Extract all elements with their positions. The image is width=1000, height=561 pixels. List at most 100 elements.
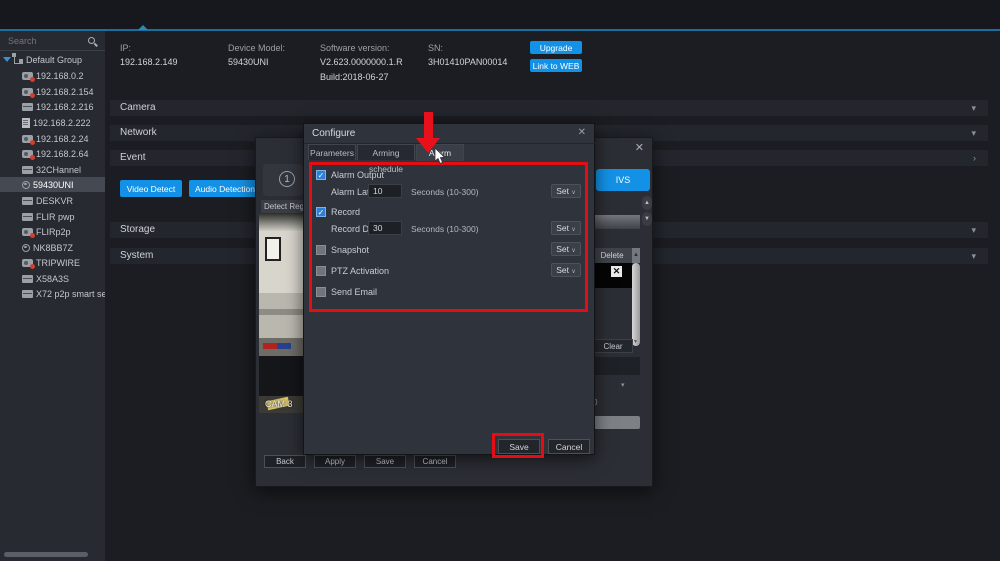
preview-desk-edge bbox=[259, 309, 304, 315]
ptz-activation-checkbox[interactable] bbox=[316, 266, 326, 276]
device-label: NK8BB7Z bbox=[33, 243, 73, 253]
save-button[interactable]: Save bbox=[364, 455, 406, 468]
preview-poster bbox=[265, 237, 281, 261]
send-email-label: Send Email bbox=[331, 287, 377, 297]
snapshot-label: Snapshot bbox=[331, 245, 369, 255]
section-label: Network bbox=[120, 127, 157, 138]
record-delay-set-dropdown[interactable]: Set ∨ bbox=[551, 221, 581, 235]
cancel-button[interactable]: Cancel bbox=[414, 455, 456, 468]
tab-arming-schedule[interactable]: Arming schedule bbox=[357, 144, 415, 160]
camera-preview[interactable]: CAM 3 bbox=[259, 213, 304, 413]
upgrade-button[interactable]: Upgrade bbox=[530, 41, 582, 54]
nvr-icon bbox=[22, 290, 33, 298]
sidebar-item-device[interactable]: DESKVR bbox=[0, 193, 105, 208]
snapshot-set-dropdown[interactable]: Set ∨ bbox=[551, 242, 581, 256]
delete-column-header: Delete bbox=[592, 248, 632, 263]
camera-offline-icon bbox=[22, 72, 33, 80]
slider-fragment[interactable] bbox=[594, 416, 640, 429]
camera-offline-icon bbox=[22, 135, 33, 143]
section-camera[interactable]: Camera▾ bbox=[110, 100, 988, 116]
active-tab-indicator bbox=[138, 25, 148, 30]
titlebar bbox=[0, 0, 1000, 29]
spinner-up-icon[interactable]: ▲ bbox=[642, 196, 652, 210]
alarm-latch-set-dropdown[interactable]: Set ∨ bbox=[551, 184, 581, 198]
group-label: Default Group bbox=[26, 55, 82, 65]
audio-detection-button[interactable]: Audio Detection bbox=[189, 180, 261, 197]
camera-offline-icon bbox=[22, 150, 33, 158]
sidebar-item-device-selected[interactable]: 59430UNI bbox=[0, 177, 105, 192]
sidebar-item-device[interactable]: 192.168.2.154 bbox=[0, 84, 105, 99]
camera-offline-icon bbox=[22, 228, 33, 236]
dropdown-fragment[interactable] bbox=[591, 215, 640, 229]
search-input[interactable] bbox=[8, 36, 83, 46]
ivs-button[interactable]: IVS bbox=[596, 169, 650, 191]
sidebar-item-device[interactable]: TRIPWIRE bbox=[0, 255, 105, 270]
search-box[interactable] bbox=[0, 33, 105, 51]
sidebar-item-device[interactable]: FLIRp2p bbox=[0, 224, 105, 239]
sidebar-item-device[interactable]: 192.168.2.222 bbox=[0, 115, 105, 130]
sidebar-item-device[interactable]: 32CHannel bbox=[0, 162, 105, 177]
sidebar-item-device[interactable]: X72 p2p smart searc bbox=[0, 286, 105, 301]
nvr-icon bbox=[22, 213, 33, 221]
scroll-up-icon[interactable]: ▲ bbox=[632, 248, 640, 263]
sidebar-horizontal-scrollbar[interactable] bbox=[4, 552, 88, 557]
channel-selector[interactable]: 1 bbox=[263, 164, 303, 196]
app-window: SMARTPSS Device CFG + 0 ✕ 14:18:40 Defau… bbox=[0, 0, 1000, 561]
set-label: Set bbox=[556, 265, 569, 275]
dome-camera-icon bbox=[22, 181, 30, 189]
dialog-cancel-button[interactable]: Cancel bbox=[548, 439, 590, 454]
section-label: Event bbox=[120, 152, 146, 163]
document-icon bbox=[22, 118, 30, 128]
alarm-latch-input[interactable] bbox=[368, 184, 402, 198]
sidebar-item-device[interactable]: 192.168.2.64 bbox=[0, 146, 105, 161]
nvr-icon bbox=[22, 197, 33, 205]
device-tree-sidebar: Default Group 192.168.0.2 192.168.2.154 … bbox=[0, 31, 105, 561]
dialog-title: Configure bbox=[312, 128, 355, 139]
alarm-output-checkbox[interactable]: ✓ bbox=[316, 170, 326, 180]
tab-alarm[interactable]: Alarm bbox=[416, 144, 464, 161]
close-icon[interactable]: ✕ bbox=[578, 127, 586, 138]
snapshot-checkbox[interactable] bbox=[316, 245, 326, 255]
ptz-set-dropdown[interactable]: Set ∨ bbox=[551, 263, 581, 277]
sidebar-item-device[interactable]: FLIR pwp bbox=[0, 209, 105, 224]
vertical-scrollbar[interactable] bbox=[632, 263, 640, 346]
sidebar-item-device[interactable]: NK8BB7Z bbox=[0, 240, 105, 255]
preview-partition bbox=[259, 293, 304, 338]
detect-region-label[interactable]: Detect Region bbox=[261, 200, 305, 213]
dialog-save-button[interactable]: Save bbox=[498, 439, 540, 454]
chevron-down-icon: ∨ bbox=[571, 269, 575, 275]
record-checkbox[interactable]: ✓ bbox=[316, 207, 326, 217]
record-label: Record bbox=[331, 207, 360, 217]
software-version-value: V2.623.0000000.1.R bbox=[320, 57, 403, 67]
back-button[interactable]: Back bbox=[264, 455, 306, 468]
chevron-down-icon[interactable]: ▾ bbox=[621, 381, 625, 389]
sidebar-item-device[interactable]: X58A3S bbox=[0, 271, 105, 286]
clear-button[interactable]: Clear bbox=[593, 339, 633, 353]
set-label: Set bbox=[556, 186, 569, 196]
close-icon[interactable]: ✕ bbox=[635, 141, 644, 154]
sidebar-item-device[interactable]: 192.168.2.216 bbox=[0, 99, 105, 114]
alarm-latch-hint: Seconds (10-300) bbox=[411, 187, 479, 197]
chevron-down-icon: ▾ bbox=[971, 125, 976, 141]
spinner-down-icon[interactable]: ▼ bbox=[642, 212, 652, 226]
record-delay-input[interactable] bbox=[368, 221, 402, 235]
search-icon[interactable] bbox=[88, 37, 95, 44]
ptz-activation-label: PTZ Activation bbox=[331, 266, 389, 276]
apply-button[interactable]: Apply bbox=[314, 455, 356, 468]
chevron-down-icon[interactable] bbox=[3, 57, 11, 62]
device-label: 32CHannel bbox=[36, 165, 81, 175]
group-tree-icon bbox=[14, 55, 23, 64]
chevron-down-icon: ∨ bbox=[571, 227, 575, 233]
tab-parameters[interactable]: Parameters bbox=[308, 144, 356, 160]
sidebar-item-device[interactable]: 192.168.0.2 bbox=[0, 68, 105, 83]
device-label: 192.168.2.24 bbox=[36, 134, 89, 144]
chevron-down-icon: ▾ bbox=[971, 222, 976, 238]
sidebar-item-device[interactable]: 192.168.2.24 bbox=[0, 131, 105, 146]
video-detect-button[interactable]: Video Detect bbox=[120, 180, 182, 197]
send-email-checkbox[interactable] bbox=[316, 287, 326, 297]
link-to-web-button[interactable]: Link to WEB bbox=[530, 59, 582, 72]
device-label: DESKVR bbox=[36, 196, 73, 206]
delete-item-icon[interactable]: ✕ bbox=[611, 266, 622, 277]
sidebar-item-default-group[interactable]: Default Group bbox=[0, 52, 105, 67]
input-fragment[interactable] bbox=[592, 357, 640, 375]
